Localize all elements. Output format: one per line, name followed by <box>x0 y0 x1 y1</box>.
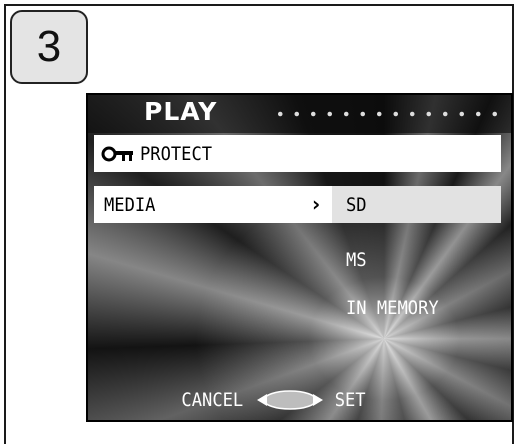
title-dots-decoration <box>272 111 504 117</box>
camera-lcd-screen: PLAY PROTECT MEDIA › SD MS IN MEMORY CAN… <box>86 93 513 422</box>
submenu-item-label: SD <box>346 193 367 216</box>
title-bar: PLAY <box>88 95 511 133</box>
submenu-item-label: IN MEMORY <box>346 296 439 319</box>
submenu-item-label: MS <box>346 248 367 271</box>
menu-item-label: PROTECT <box>140 142 213 165</box>
menu-item-protect[interactable]: PROTECT <box>94 135 501 172</box>
cancel-label: CANCEL <box>181 389 244 411</box>
step-number: 3 <box>36 22 62 71</box>
submenu-item-sd[interactable]: SD <box>332 186 501 223</box>
submenu-item-in-memory[interactable]: IN MEMORY <box>332 289 501 326</box>
menu-item-media[interactable]: MEDIA › <box>94 186 334 223</box>
set-label: SET <box>334 389 366 411</box>
key-icon <box>101 146 133 161</box>
footer-hint: CANCEL SET <box>178 385 367 415</box>
submenu-item-ms[interactable]: MS <box>332 241 501 278</box>
menu-item-label: MEDIA <box>104 193 156 216</box>
left-right-pad-icon <box>256 390 323 410</box>
step-number-badge: 3 <box>10 10 88 84</box>
chevron-right-icon: › <box>312 192 321 216</box>
menu-title: PLAY <box>144 97 218 126</box>
